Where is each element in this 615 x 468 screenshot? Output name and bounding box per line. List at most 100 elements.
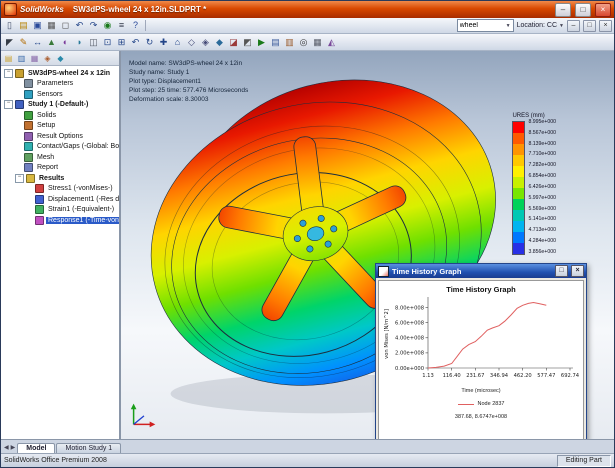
tree-item[interactable]: − Study 1 (-Default-) (1, 100, 119, 111)
status-text: SolidWorks Office Premium 2008 (4, 457, 555, 464)
tab-scroll-left-icon[interactable]: ◀ (4, 444, 9, 451)
revolved-boss-icon[interactable]: ◐ (59, 36, 72, 49)
tree-item[interactable]: Mesh (1, 152, 119, 163)
search-dropdown-icon[interactable]: ▼ (506, 23, 511, 29)
tree-item[interactable]: Strain1 (-Equivalent-) (1, 205, 119, 216)
expander-icon[interactable]: − (15, 174, 24, 183)
tab-scroll-right-icon[interactable]: ▶ (11, 444, 16, 451)
undo-icon[interactable]: ↶ (73, 19, 86, 32)
select-pointer-icon[interactable]: ◤ (3, 36, 16, 49)
print-preview-icon[interactable]: ◻ (59, 19, 72, 32)
previous-view-icon[interactable]: ↶ (129, 36, 142, 49)
maximize-button[interactable]: □ (575, 3, 591, 17)
section-view-icon[interactable]: ◪ (227, 36, 240, 49)
legend-value: 3.856e+000 (528, 249, 556, 255)
expander-spacer (15, 143, 22, 150)
legend-color-band (513, 155, 524, 166)
graph-window-titlebar[interactable]: Time History Graph □ × (376, 264, 586, 278)
viewport-3d[interactable]: Model name: SW3dPS-wheel 24 x 12inStudy … (121, 51, 614, 439)
view-simulation-toolbar: ◤✎↔▲◐◗◫⊡⊞↶↻✚⌂◇◈◆◪◩▶▤▥◎▦◭ (1, 34, 614, 51)
graph-maximize-button[interactable]: □ (555, 265, 568, 277)
propertymanager-tab-icon[interactable]: ▥ (16, 53, 27, 64)
results-advisor-icon[interactable]: ▤ (269, 36, 282, 49)
tree-item[interactable]: −Results (1, 173, 119, 184)
solidworks-window: SolidWorks SW3dPS-wheel 24 x 12in.SLDPRT… (0, 0, 615, 468)
probe-icon[interactable]: ◎ (297, 36, 310, 49)
pan-icon[interactable]: ✚ (157, 36, 170, 49)
chart-x-axis-label: Time (microsec) (461, 388, 500, 394)
shaded-with-edges-icon[interactable]: ◆ (213, 36, 226, 49)
tree-item-label: Strain1 (-Equivalent-) (46, 206, 116, 213)
deformed-result-icon[interactable]: ◭ (325, 36, 338, 49)
minimize-button[interactable]: – (555, 3, 571, 17)
expander-spacer (15, 80, 22, 87)
legend-value: 6.426e+000 (528, 184, 556, 190)
print-icon[interactable]: ▦ (45, 19, 58, 32)
svg-text:2.00e+008: 2.00e+008 (395, 351, 424, 357)
help-icon[interactable]: ? (129, 19, 142, 32)
extruded-boss-icon[interactable]: ▲ (45, 36, 58, 49)
options-icon[interactable]: ≡ (115, 19, 128, 32)
tree-item[interactable]: Parameters (1, 79, 119, 90)
tree-item-label: Displacement1 (-Res disp-) (46, 196, 119, 203)
solidworks-logo-icon (4, 3, 17, 16)
report-icon[interactable]: ▦ (311, 36, 324, 49)
rebuild-icon[interactable]: ◉ (101, 19, 114, 32)
expander-icon[interactable]: − (4, 100, 13, 109)
sketch-icon[interactable]: ✎ (17, 36, 30, 49)
tree-item[interactable]: −SW3dPS-wheel 24 x 12in (1, 68, 119, 79)
model-info-line: Plot type: Displacement1 (129, 77, 248, 86)
zoom-to-area-icon[interactable]: ⊞ (115, 36, 128, 49)
fillet-icon[interactable]: ◗ (73, 36, 86, 49)
location-dropdown[interactable]: Location: CC ▼ (517, 22, 564, 29)
time-history-graph-window[interactable]: Time History Graph □ × Time History Grap… (375, 263, 587, 439)
tree-item[interactable]: Displacement1 (-Res disp-) (1, 194, 119, 205)
document-minimize-button[interactable]: – (567, 20, 580, 32)
smart-dimension-icon[interactable]: ↔ (31, 36, 44, 49)
standard-views-icon[interactable]: ⌂ (171, 36, 184, 49)
open-document-icon[interactable]: ▤ (17, 19, 30, 32)
tree-item[interactable]: Response1 (-Time-von Mises-) (1, 215, 119, 226)
legend-color-band (513, 177, 524, 188)
tab-motion-study[interactable]: Motion Study 1 (56, 443, 121, 453)
app-brand: SolidWorks (20, 5, 64, 14)
tree-item[interactable]: Contact/Gaps (-Global: Bonded-) (1, 142, 119, 153)
shadows-icon[interactable]: ◩ (241, 36, 254, 49)
wireframe-icon[interactable]: ◇ (185, 36, 198, 49)
legend-value: 4.713e+000 (528, 227, 556, 233)
feature-tree: −SW3dPS-wheel 24 x 12inParametersSensors… (1, 66, 119, 439)
displaymanager-tab-icon[interactable]: ◆ (55, 53, 66, 64)
expander-icon[interactable]: − (4, 69, 13, 78)
search-input[interactable] (460, 22, 504, 29)
tree-item[interactable]: Stress1 (-vonMises-) (1, 184, 119, 195)
svg-text:116.40: 116.40 (443, 373, 461, 379)
tree-item-label: Study 1 (-Default-) (26, 101, 90, 108)
document-restore-button[interactable]: □ (583, 20, 596, 32)
rotate-view-icon[interactable]: ↻ (143, 36, 156, 49)
tab-model[interactable]: Model (17, 443, 55, 453)
tree-item[interactable]: Report (1, 163, 119, 174)
tree-item[interactable]: Result Options (1, 131, 119, 142)
close-button[interactable]: × (595, 3, 611, 17)
search-box[interactable]: ▼ (457, 19, 514, 32)
redo-icon[interactable]: ↷ (87, 19, 100, 32)
dimxpertmanager-tab-icon[interactable]: ◈ (42, 53, 53, 64)
document-close-button[interactable]: × (599, 20, 612, 32)
new-document-icon[interactable]: ▯ (3, 19, 16, 32)
hidden-lines-visible-icon[interactable]: ◈ (199, 36, 212, 49)
graph-close-button[interactable]: × (571, 265, 584, 277)
legend-value: 7.282e+000 (528, 162, 556, 168)
save-document-icon[interactable]: ▣ (31, 19, 44, 32)
featuremanager-tab-icon[interactable]: ▤ (3, 53, 14, 64)
configurationmanager-tab-icon[interactable]: ▦ (29, 53, 40, 64)
run-simulation-icon[interactable]: ▶ (255, 36, 268, 49)
plot-tools-icon[interactable]: ▥ (283, 36, 296, 49)
zoom-to-fit-icon[interactable]: ⊡ (101, 36, 114, 49)
mirror-icon[interactable]: ◫ (87, 36, 100, 49)
expander-spacer (15, 112, 22, 119)
model-info-line: Plot step: 25 time: 577.476 Microseconds (129, 86, 248, 95)
tree-item[interactable]: Setup (1, 121, 119, 132)
tree-item[interactable]: Solids (1, 110, 119, 121)
tree-item[interactable]: Sensors (1, 89, 119, 100)
legend-color-band (513, 232, 524, 243)
